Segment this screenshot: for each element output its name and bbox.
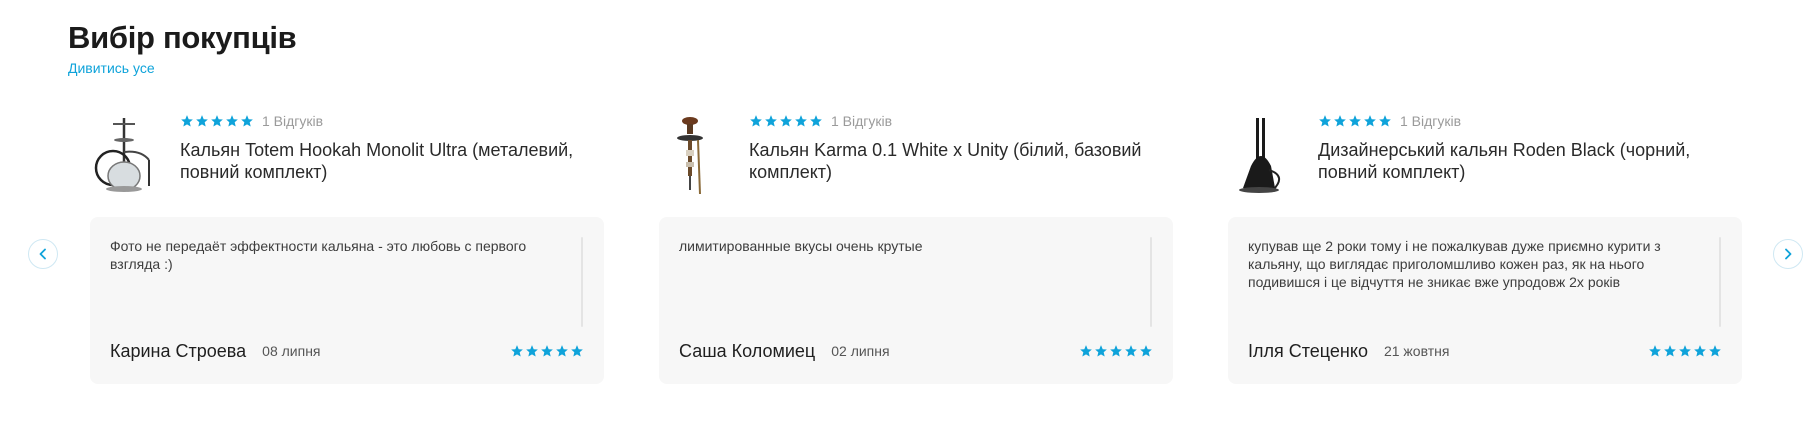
star-icon bbox=[1140, 345, 1152, 357]
product-image[interactable] bbox=[659, 116, 727, 194]
star-icon bbox=[1125, 345, 1137, 357]
product-image[interactable] bbox=[90, 116, 158, 194]
star-icon bbox=[1334, 115, 1346, 127]
review-text: Фото не передаёт эффектности кальяна - э… bbox=[110, 238, 527, 272]
review-box: лимитированные вкусы очень крутые Саша К… bbox=[659, 217, 1173, 384]
product-name[interactable]: Кальян Karma 0.1 White x Unity (білий, б… bbox=[749, 139, 1169, 183]
review-text: лимитированные вкусы очень крутые bbox=[679, 238, 923, 254]
star-icon bbox=[1319, 115, 1331, 127]
star-icon bbox=[1110, 345, 1122, 357]
star-icon bbox=[765, 115, 777, 127]
star-icon bbox=[780, 115, 792, 127]
review-card: 1 Відгуків Кальян Karma 0.1 White x Unit… bbox=[659, 112, 1173, 384]
hookah-image bbox=[1239, 118, 1280, 193]
section-title: Вибір покупців bbox=[68, 20, 297, 55]
star-icon bbox=[211, 115, 223, 127]
chevron-right-icon bbox=[1785, 248, 1792, 260]
star-icon bbox=[750, 115, 762, 127]
review-card: 1 Відгуків Дизайнерський кальян Roden Bl… bbox=[1228, 112, 1742, 384]
chevron-left-icon bbox=[39, 248, 46, 260]
hookah-image bbox=[677, 117, 703, 194]
star-icon bbox=[1095, 345, 1107, 357]
carousel-next-button[interactable] bbox=[1773, 239, 1803, 269]
reviewer-name: Саша Коломиец bbox=[679, 340, 816, 361]
star-icon bbox=[181, 115, 193, 127]
star-icon bbox=[1694, 345, 1706, 357]
star-icon bbox=[1080, 345, 1092, 357]
review-scrollbar[interactable] bbox=[581, 237, 583, 327]
reviews-count[interactable]: 1 Відгуків bbox=[262, 113, 323, 129]
reviewer-name: Карина Строева bbox=[110, 340, 247, 361]
star-icon bbox=[810, 115, 822, 127]
star-icon bbox=[571, 345, 583, 357]
review-scrollbar[interactable] bbox=[1719, 237, 1721, 327]
reviews-count[interactable]: 1 Відгуків bbox=[831, 113, 892, 129]
product-name[interactable]: Кальян Totem Hookah Monolit Ultra (метал… bbox=[180, 139, 600, 183]
star-icon bbox=[1349, 115, 1361, 127]
star-icon bbox=[511, 345, 523, 357]
star-icon bbox=[1679, 345, 1691, 357]
view-all-link[interactable]: Дивитись усе bbox=[68, 60, 155, 76]
star-icon bbox=[795, 115, 807, 127]
reviewer-name: Ілля Стеценко bbox=[1248, 340, 1368, 361]
product-name[interactable]: Дизайнерський кальян Roden Black (чорний… bbox=[1318, 139, 1738, 183]
star-icon bbox=[556, 345, 568, 357]
star-icon bbox=[541, 345, 553, 357]
review-date: 21 жовтня bbox=[1383, 343, 1450, 359]
star-icon bbox=[1379, 115, 1391, 127]
star-icon bbox=[526, 345, 538, 357]
star-icon bbox=[1664, 345, 1676, 357]
star-icon bbox=[1649, 345, 1661, 357]
review-card: 1 Відгуків Кальян Totem Hookah Monolit U… bbox=[90, 112, 604, 384]
review-date: 08 липня bbox=[262, 343, 321, 359]
carousel-prev-button[interactable] bbox=[28, 239, 58, 269]
star-icon bbox=[226, 115, 238, 127]
product-rating-stars bbox=[1318, 114, 1392, 128]
review-box: Фото не передаёт эффектности кальяна - э… bbox=[90, 217, 604, 384]
star-icon bbox=[241, 115, 253, 127]
product-rating-stars bbox=[749, 114, 823, 128]
review-text: купував ще 2 роки тому і не пожалкував д… bbox=[1248, 238, 1661, 290]
review-rating-stars bbox=[1079, 344, 1153, 358]
star-icon bbox=[1364, 115, 1376, 127]
review-box: купував ще 2 роки тому і не пожалкував д… bbox=[1228, 217, 1742, 384]
reviews-count[interactable]: 1 Відгуків bbox=[1400, 113, 1461, 129]
review-date: 02 липня bbox=[831, 343, 890, 359]
review-rating-stars bbox=[510, 344, 584, 358]
product-rating-stars bbox=[180, 114, 254, 128]
star-icon bbox=[196, 115, 208, 127]
product-image[interactable] bbox=[1228, 116, 1296, 194]
review-rating-stars bbox=[1648, 344, 1722, 358]
hookah-image bbox=[94, 118, 150, 192]
review-scrollbar[interactable] bbox=[1150, 237, 1152, 327]
star-icon bbox=[1709, 345, 1721, 357]
